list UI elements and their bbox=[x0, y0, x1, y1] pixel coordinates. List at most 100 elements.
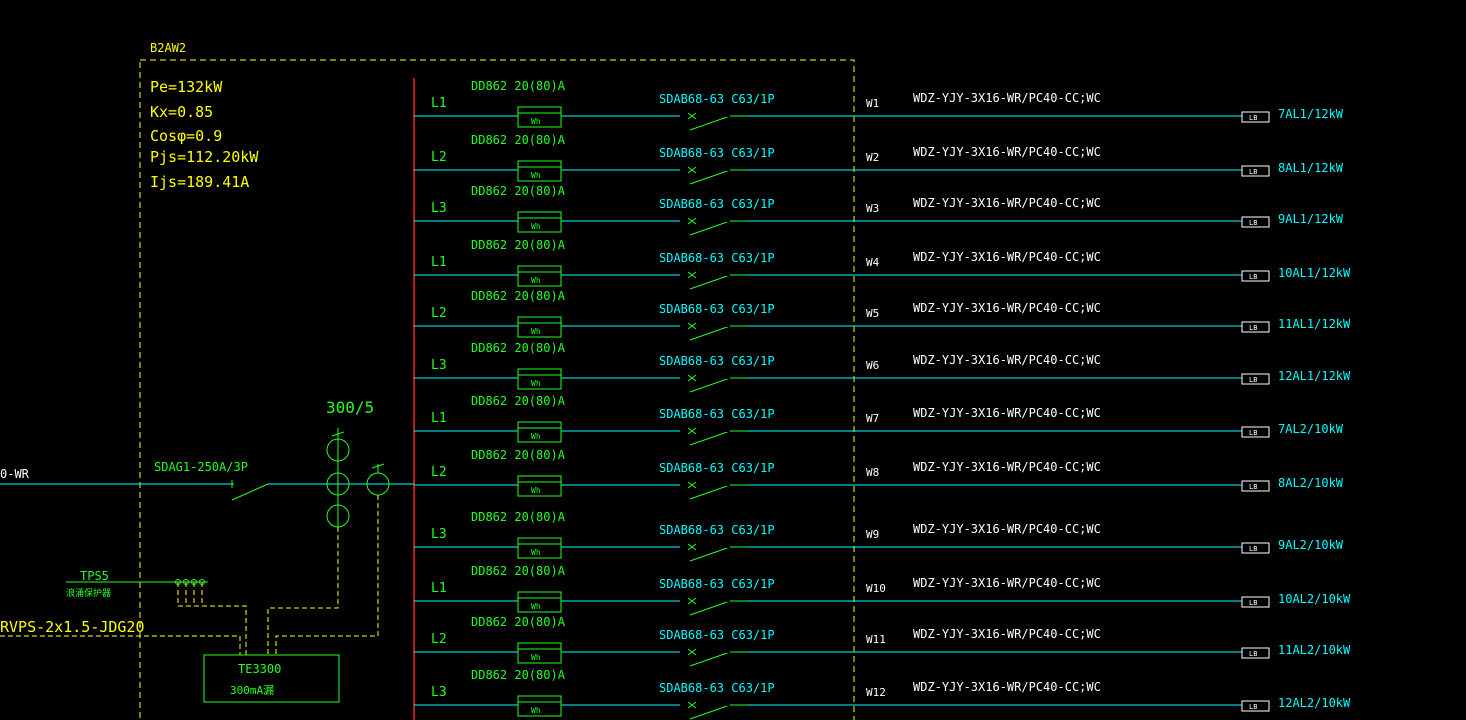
meter-glyph: Wh bbox=[531, 653, 541, 662]
meter-label: DD862 20(80)A bbox=[471, 133, 566, 147]
cable-label: WDZ-YJY-3X16-WR/PC40-CC;WC bbox=[913, 680, 1101, 694]
cable-label: WDZ-YJY-3X16-WR/PC40-CC;WC bbox=[913, 301, 1101, 315]
circuit-id: W11 bbox=[866, 633, 886, 646]
breaker-label: SDAB68-63 C63/1P bbox=[659, 146, 775, 160]
breaker-label: SDAB68-63 C63/1P bbox=[659, 461, 775, 475]
meter-label: DD862 20(80)A bbox=[471, 394, 566, 408]
meter-glyph: Wh bbox=[531, 379, 541, 388]
incoming-feeder: 0-WR SDAG1-250A/3P bbox=[0, 460, 414, 501]
lb-label: LB bbox=[1249, 376, 1257, 384]
load-label: 7AL1/12kW bbox=[1278, 107, 1344, 121]
circuit-row: L1 DD862 20(80)A Wh SDAB68-63 C63/1P W7 WDZ-Y… bbox=[414, 394, 1344, 446]
circuit-row: L1 DD862 20(80)A Wh SDAB68-63 C63/1P W10 WDZ-… bbox=[414, 564, 1351, 616]
incoming-cable-label: 0-WR bbox=[0, 467, 30, 481]
spd: TPS5 浪涌保护器 bbox=[66, 569, 208, 599]
meter-label: DD862 20(80)A bbox=[471, 238, 566, 252]
phase-label: L2 bbox=[431, 632, 447, 647]
lb-label: LB bbox=[1249, 429, 1257, 437]
circuit-row: L2 DD862 20(80)A Wh SDAB68-63 C63/1P W2 WDZ-Y… bbox=[414, 133, 1344, 185]
phase-label: L2 bbox=[431, 465, 447, 480]
lb-label: LB bbox=[1249, 219, 1257, 227]
meter-glyph: Wh bbox=[531, 548, 541, 557]
meter-label: DD862 20(80)A bbox=[471, 79, 566, 93]
meter-label: DD862 20(80)A bbox=[471, 184, 566, 198]
monitor-module: TE3300 300mA漏 bbox=[203, 654, 340, 703]
lb-label: LB bbox=[1249, 599, 1257, 607]
breaker-label: SDAB68-63 C63/1P bbox=[659, 628, 775, 642]
lb-label: LB bbox=[1249, 545, 1257, 553]
cable-label: WDZ-YJY-3X16-WR/PC40-CC;WC bbox=[913, 250, 1101, 264]
param-cos: Cosφ=0.9 bbox=[150, 127, 222, 145]
param-ijs: Ijs=189.41A bbox=[150, 173, 249, 191]
circuit-row: L2 DD862 20(80)A Wh SDAB68-63 C63/1P W11 WDZ-… bbox=[414, 615, 1351, 667]
cable-label: WDZ-YJY-3X16-WR/PC40-CC;WC bbox=[913, 627, 1101, 641]
lb-label: LB bbox=[1249, 114, 1257, 122]
meter-glyph: Wh bbox=[531, 706, 541, 715]
meter-label: DD862 20(80)A bbox=[471, 668, 566, 682]
breaker-label: SDAB68-63 C63/1P bbox=[659, 197, 775, 211]
circuit-row: L1 DD862 20(80)A Wh SDAB68-63 C63/1P W4 WDZ-Y… bbox=[414, 238, 1351, 290]
circuit-row: L3 DD862 20(80)A Wh SDAB68-63 C63/1P W9 WDZ-Y… bbox=[414, 510, 1344, 562]
circuit-id: W5 bbox=[866, 307, 879, 320]
cable-label: WDZ-YJY-3X16-WR/PC40-CC;WC bbox=[913, 91, 1101, 105]
breaker-label: SDAB68-63 C63/1P bbox=[659, 354, 775, 368]
meter-label: DD862 20(80)A bbox=[471, 564, 566, 578]
param-pe: Pe=132kW bbox=[150, 78, 223, 96]
cable-label: WDZ-YJY-3X16-WR/PC40-CC;WC bbox=[913, 406, 1101, 420]
meter-label: DD862 20(80)A bbox=[471, 448, 566, 462]
cable-label: WDZ-YJY-3X16-WR/PC40-CC;WC bbox=[913, 460, 1101, 474]
current-transformers: 300/5 bbox=[326, 398, 390, 530]
breaker-label: SDAB68-63 C63/1P bbox=[659, 251, 775, 265]
breaker-label: SDAB68-63 C63/1P bbox=[659, 523, 775, 537]
load-label: 10AL1/12kW bbox=[1278, 266, 1351, 280]
circuit-row: L3 DD862 20(80)A Wh SDAB68-63 C63/1P W12 WDZ-… bbox=[414, 668, 1351, 720]
spd-note: 浪涌保护器 bbox=[66, 587, 111, 599]
schematic-canvas: B2AW2 Pe=132kW Kx=0.85 Cosφ=0.9 Pjs=112.… bbox=[0, 41, 1351, 720]
breaker-label: SDAB68-63 C63/1P bbox=[659, 577, 775, 591]
load-label: 10AL2/10kW bbox=[1278, 592, 1351, 606]
monitor-label: TE3300 bbox=[238, 662, 281, 676]
cable-label: WDZ-YJY-3X16-WR/PC40-CC;WC bbox=[913, 576, 1101, 590]
load-label: 11AL2/10kW bbox=[1278, 643, 1351, 657]
circuit-id: W7 bbox=[866, 412, 879, 425]
load-label: 7AL2/10kW bbox=[1278, 422, 1344, 436]
cable-label: WDZ-YJY-3X16-WR/PC40-CC;WC bbox=[913, 522, 1101, 536]
param-kx: Kx=0.85 bbox=[150, 103, 213, 121]
meter-glyph: Wh bbox=[531, 327, 541, 336]
ct-ratio-label: 300/5 bbox=[326, 398, 374, 417]
circuit-id: W1 bbox=[866, 97, 879, 110]
spd-label: TPS5 bbox=[80, 569, 109, 583]
breaker-label: SDAB68-63 C63/1P bbox=[659, 92, 775, 106]
phase-label: L3 bbox=[431, 527, 447, 542]
control-cable-label: RVPS-2x1.5-JDG20 bbox=[0, 618, 145, 636]
meter-label: DD862 20(80)A bbox=[471, 341, 566, 355]
load-label: 8AL1/12kW bbox=[1278, 161, 1344, 175]
load-label: 8AL2/10kW bbox=[1278, 476, 1344, 490]
phase-label: L1 bbox=[431, 411, 447, 426]
lb-label: LB bbox=[1249, 483, 1257, 491]
load-label: 12AL1/12kW bbox=[1278, 369, 1351, 383]
circuit-id: W10 bbox=[866, 582, 886, 595]
cable-label: WDZ-YJY-3X16-WR/PC40-CC;WC bbox=[913, 196, 1101, 210]
meter-glyph: Wh bbox=[531, 602, 541, 611]
meter-label: DD862 20(80)A bbox=[471, 615, 566, 629]
lb-label: LB bbox=[1249, 168, 1257, 176]
lb-label: LB bbox=[1249, 324, 1257, 332]
circuit-id: W3 bbox=[866, 202, 879, 215]
phase-label: L3 bbox=[431, 685, 447, 700]
breaker-label: SDAB68-63 C63/1P bbox=[659, 681, 775, 695]
circuit-id: W2 bbox=[866, 151, 879, 164]
panel-params: Pe=132kW Kx=0.85 Cosφ=0.9 Pjs=112.20kW I… bbox=[150, 78, 259, 191]
circuit-id: W4 bbox=[866, 256, 880, 269]
meter-glyph: Wh bbox=[531, 222, 541, 231]
circuit-id: W9 bbox=[866, 528, 879, 541]
circuit-row: L1 DD862 20(80)A Wh SDAB68-63 C63/1P W1 WDZ-Y… bbox=[414, 79, 1344, 131]
circuit-id: W6 bbox=[866, 359, 879, 372]
param-pjs: Pjs=112.20kW bbox=[150, 148, 259, 166]
load-label: 12AL2/10kW bbox=[1278, 696, 1351, 710]
phase-label: L2 bbox=[431, 150, 447, 165]
meter-glyph: Wh bbox=[531, 486, 541, 495]
phase-label: L1 bbox=[431, 581, 447, 596]
circuit-id: W8 bbox=[866, 466, 879, 479]
meter-label: DD862 20(80)A bbox=[471, 510, 566, 524]
